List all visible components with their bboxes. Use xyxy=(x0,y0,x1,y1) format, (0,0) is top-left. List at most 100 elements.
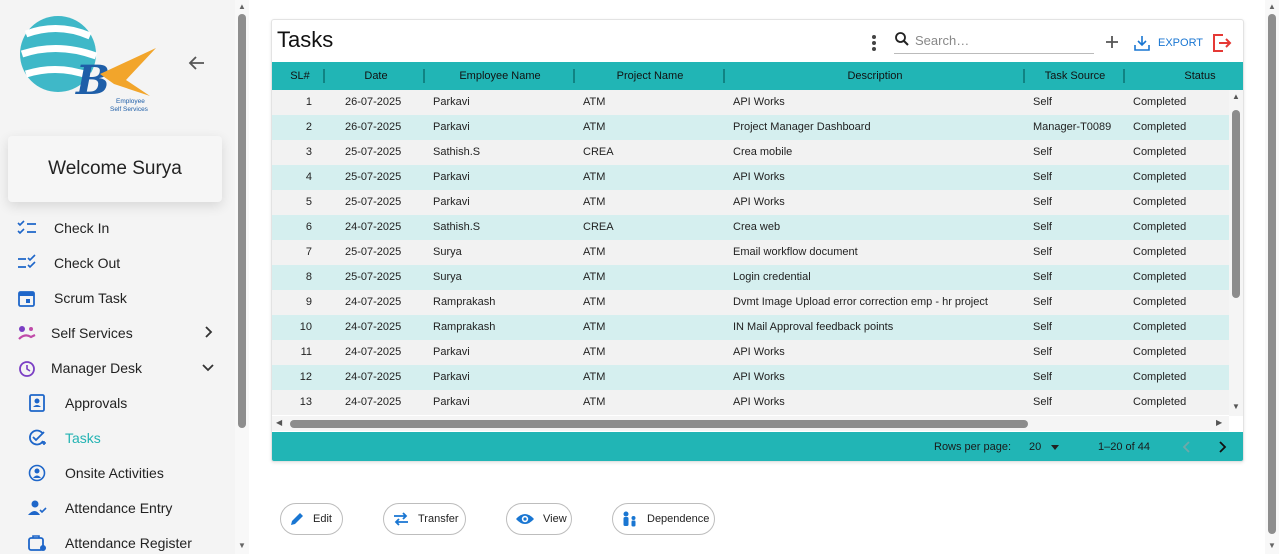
table-row[interactable]: 5 25-07-2025 Parkavi ATM API Works Self Comple… xyxy=(272,190,1229,215)
scroll-up-arrow-icon[interactable]: ▲ xyxy=(1267,2,1277,12)
table-row[interactable]: 4 25-07-2025 Parkavi ATM API Works Self Comple… xyxy=(272,165,1229,190)
chevron-left-icon xyxy=(1182,441,1190,453)
column-header-date[interactable]: Date xyxy=(326,62,426,90)
table-row[interactable]: 13 24-07-2025 Parkavi ATM API Works Self Compl… xyxy=(272,390,1229,415)
scroll-down-arrow-icon[interactable]: ▼ xyxy=(1232,402,1240,411)
timer-icon xyxy=(17,358,37,378)
column-header-employee-name[interactable]: Employee Name xyxy=(426,62,574,90)
plus-icon xyxy=(1106,36,1118,48)
eye-icon xyxy=(516,514,534,524)
column-header-status[interactable]: Status xyxy=(1126,62,1243,90)
cell-description: Crea web xyxy=(733,221,781,233)
sidebar-item-tasks[interactable]: Tasks xyxy=(0,420,235,455)
cell-project-name: ATM xyxy=(583,196,606,208)
scroll-left-arrow-icon[interactable]: ◀ xyxy=(276,418,282,427)
search-box xyxy=(894,28,1094,54)
table-row[interactable]: 8 25-07-2025 Surya ATM Login credential Self C… xyxy=(272,265,1229,290)
cell-sl: 3 xyxy=(305,146,312,158)
column-separator[interactable] xyxy=(573,69,575,83)
column-header-description[interactable]: Description xyxy=(726,62,1024,90)
view-button[interactable]: View xyxy=(506,503,572,535)
more-options-icon[interactable] xyxy=(870,34,878,52)
cell-status: Completed xyxy=(1133,196,1187,208)
edit-button[interactable]: Edit xyxy=(280,503,343,535)
cell-task-source: Self xyxy=(1033,246,1052,258)
cell-description: API Works xyxy=(733,196,785,208)
sidebar-item-approvals[interactable]: Approvals xyxy=(0,385,235,420)
collapse-sidebar-arrow-icon[interactable] xyxy=(186,52,208,74)
welcome-card: Welcome Surya xyxy=(8,136,222,202)
table-row[interactable]: 9 24-07-2025 Ramprakash ATM Dvmt Image Uploa… xyxy=(272,290,1229,315)
table-row[interactable]: 1 26-07-2025 Parkavi ATM API Works Self Comple… xyxy=(272,90,1229,115)
cell-project-name: ATM xyxy=(583,171,606,183)
sidebar-item-attendance-entry[interactable]: Attendance Entry xyxy=(0,490,235,525)
cell-employee-name: Parkavi xyxy=(433,96,470,108)
add-task-button[interactable] xyxy=(1102,32,1122,52)
page-title: Tasks xyxy=(277,27,334,52)
table-row[interactable]: 3 25-07-2025 Sathish.S CREA Crea mobile Self C… xyxy=(272,140,1229,165)
scrollbar-thumb[interactable] xyxy=(290,420,1028,428)
cell-sl: 5 xyxy=(305,196,312,208)
cell-task-source: Self xyxy=(1033,96,1052,108)
export-button[interactable]: EXPORT xyxy=(1134,33,1203,53)
sidebar-item-check-in[interactable]: Check In xyxy=(0,210,235,245)
table-row[interactable]: 10 24-07-2025 Ramprakash ATM IN Mail Approva… xyxy=(272,315,1229,340)
cell-employee-name: Parkavi xyxy=(433,121,470,133)
app-root: B Employee Self Services Welcome Surya C… xyxy=(0,0,1279,554)
dependence-label: Dependence xyxy=(647,513,710,525)
scroll-down-arrow-icon[interactable]: ▼ xyxy=(237,541,247,551)
scroll-down-arrow-icon[interactable]: ▼ xyxy=(1267,541,1277,551)
sidebar: B Employee Self Services Welcome Surya C… xyxy=(0,0,235,554)
sidebar-item-self-services[interactable]: Self Services xyxy=(0,315,235,350)
sidebar-item-label: Onsite Activities xyxy=(65,464,164,481)
cell-date: 24-07-2025 xyxy=(345,321,402,333)
dependence-button[interactable]: Dependence xyxy=(612,503,715,535)
page-scrollbar[interactable]: ▲ ▼ xyxy=(1265,0,1279,554)
scroll-up-arrow-icon[interactable]: ▲ xyxy=(237,2,247,12)
scrollbar-thumb[interactable] xyxy=(1232,110,1240,298)
sidebar-item-label: Check Out xyxy=(54,254,121,271)
column-separator[interactable] xyxy=(423,69,425,83)
app-logo: B Employee Self Services xyxy=(18,12,163,117)
table-row[interactable]: 2 26-07-2025 Parkavi ATM Project Manager Das… xyxy=(272,115,1229,140)
sidebar-item-scrum-task[interactable]: Scrum Task xyxy=(0,280,235,315)
column-separator[interactable] xyxy=(323,69,325,83)
sidebar-item-manager-desk[interactable]: Manager Desk xyxy=(0,350,235,385)
approvals-icon xyxy=(27,393,47,413)
rows-per-page-value: 20 xyxy=(1029,441,1042,453)
table-row[interactable]: 7 25-07-2025 Surya ATM Email workflow docume… xyxy=(272,240,1229,265)
column-header-project-name[interactable]: Project Name xyxy=(576,62,724,90)
table-row[interactable]: 12 24-07-2025 Parkavi ATM API Works Self Compl… xyxy=(272,365,1229,390)
transfer-button[interactable]: Transfer xyxy=(383,503,466,535)
table-row[interactable]: 6 24-07-2025 Sathish.S CREA Crea web Self Comp… xyxy=(272,215,1229,240)
sidebar-item-attendance-register[interactable]: Attendance Register xyxy=(0,525,235,554)
cell-status: Completed xyxy=(1133,246,1187,258)
next-page-button[interactable] xyxy=(1213,437,1231,457)
welcome-text: Welcome Surya xyxy=(48,158,182,179)
table-vertical-scrollbar[interactable]: ▲ ▼ xyxy=(1229,90,1243,416)
logout-button[interactable] xyxy=(1211,32,1233,54)
cell-date: 24-07-2025 xyxy=(345,296,402,308)
column-separator[interactable] xyxy=(1123,69,1125,83)
scroll-right-arrow-icon[interactable]: ▶ xyxy=(1216,418,1222,427)
cell-date: 25-07-2025 xyxy=(345,246,402,258)
cell-description: API Works xyxy=(733,346,785,358)
sidebar-scrollbar[interactable]: ▲ ▼ xyxy=(235,0,249,554)
sidebar-item-onsite-activities[interactable]: Onsite Activities xyxy=(0,455,235,490)
cell-date: 26-07-2025 xyxy=(345,121,402,133)
table-horizontal-scrollbar[interactable]: ◀ ▶ xyxy=(272,416,1229,431)
column-separator[interactable] xyxy=(723,69,725,83)
scroll-up-arrow-icon[interactable]: ▲ xyxy=(1232,92,1240,101)
table-row[interactable]: 11 24-07-2025 Parkavi ATM API Works Self Compl… xyxy=(272,340,1229,365)
search-input[interactable] xyxy=(915,30,1090,50)
scrollbar-thumb[interactable] xyxy=(238,14,246,428)
scrollbar-thumb[interactable] xyxy=(1268,14,1276,534)
column-header-task-source[interactable]: Task Source xyxy=(1026,62,1124,90)
cell-employee-name: Sathish.S xyxy=(433,146,481,158)
rows-per-page-select[interactable]: 20 xyxy=(1029,440,1065,456)
sidebar-item-check-out[interactable]: Check Out xyxy=(0,245,235,280)
cell-description: API Works xyxy=(733,396,785,408)
column-header-sl[interactable]: SL# xyxy=(272,62,328,90)
column-separator[interactable] xyxy=(1023,69,1025,83)
previous-page-button[interactable] xyxy=(1178,437,1196,457)
